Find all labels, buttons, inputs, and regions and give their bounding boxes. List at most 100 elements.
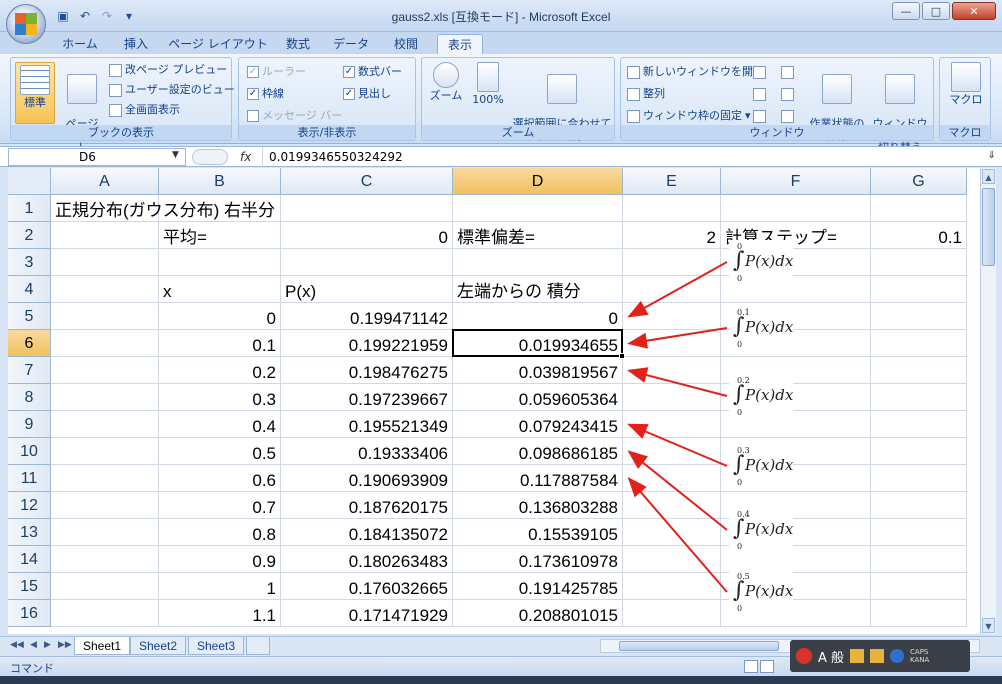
window-title: gauss2.xls [互換モード] - Microsoft Excel [391, 10, 611, 24]
freeze-panes-button[interactable]: ウィンドウ枠の固定 ▾ [627, 108, 751, 124]
group-book-view: 標準 ページ レイアウト 改ページ プレビュー ユーザー設定のビュー 全画面表示… [10, 57, 235, 154]
headings-check-icon: ✓ [343, 88, 355, 100]
last-sheet-icon[interactable]: ▶▶ [58, 640, 72, 650]
insert-function-button[interactable]: fx [240, 150, 251, 164]
headings-label: 見出し [358, 87, 391, 100]
annotation-arrow [627, 261, 728, 318]
switch-windows-icon [885, 74, 915, 104]
zoom-button[interactable]: ズーム [426, 62, 466, 102]
maximize-button[interactable]: □ [922, 2, 950, 20]
arrange-label: 整列 [643, 87, 665, 100]
tab-view[interactable]: 表示 [437, 34, 483, 54]
scroll-down-arrow[interactable]: ▼ [982, 618, 995, 633]
status-mode: コマンド [10, 662, 54, 675]
unhide-button[interactable] [753, 108, 766, 124]
normal-view-shortcut-icon[interactable] [744, 660, 758, 673]
window-controls: — □ ✕ [892, 2, 996, 20]
tab-insert[interactable]: 挿入 [116, 34, 156, 54]
ime-dictionary-icon[interactable] [850, 649, 865, 663]
normal-view-button[interactable]: 標準 [15, 62, 55, 124]
normal-view-icon [20, 65, 50, 95]
full-screen-icon [109, 103, 122, 117]
message-bar-checkbox[interactable]: メッセージ バー [247, 108, 342, 124]
ime-language-bar[interactable]: A 般 CAPS KANA [790, 640, 970, 672]
gridlines-checkbox[interactable]: ✓ 枠線 [247, 86, 284, 102]
caps-indicator: CAPS [910, 648, 929, 656]
horizontal-scroll-thumb[interactable] [619, 641, 779, 651]
ruler-checkbox[interactable]: ✓ ルーラー [247, 64, 306, 80]
custom-views-button[interactable]: ユーザー設定のビュー [109, 82, 235, 98]
freeze-panes-icon [627, 109, 640, 123]
close-button[interactable]: ✕ [952, 2, 996, 20]
zoom-100-icon [477, 62, 499, 92]
annotation-arrows [627, 261, 728, 593]
name-box-dropdown-icon[interactable]: ▼ [172, 150, 179, 160]
scroll-up-arrow[interactable]: ▲ [982, 169, 995, 184]
sheet-tab-3[interactable]: Sheet3 [188, 637, 245, 655]
tab-formulas[interactable]: 数式 [280, 34, 316, 54]
first-sheet-icon[interactable]: ◀◀ [10, 640, 24, 650]
ime-mode-label[interactable]: A 般 [818, 647, 844, 666]
split-button[interactable] [753, 64, 766, 80]
office-logo-icon [15, 13, 37, 35]
tab-page-layout[interactable]: ページ レイアウト [168, 34, 268, 54]
prev-sheet-icon[interactable]: ◀ [30, 640, 37, 650]
formula-bar: D6 ▼ fx 0.0199346550324292 ⇓ [0, 146, 1002, 167]
unhide-window-icon [753, 109, 766, 123]
sheet-tab-1[interactable]: Sheet1 [74, 637, 131, 655]
office-button[interactable] [6, 4, 46, 44]
switch-windows-button[interactable]: ウィンドウの 切り替え [869, 62, 931, 154]
page-layout-view-button[interactable]: ページ レイアウト [59, 62, 105, 154]
page-layout-shortcut-icon[interactable] [760, 660, 774, 673]
insert-sheet-icon[interactable] [246, 637, 270, 655]
new-window-label: 新しいウィンドウを開く [643, 65, 764, 78]
expand-formula-bar-icon[interactable]: ⇓ [988, 150, 996, 161]
ribbon: 標準 ページ レイアウト 改ページ プレビュー ユーザー設定のビュー 全画面表示… [0, 54, 1002, 154]
ribbon-tabs: ホーム 挿入 ページ レイアウト 数式 データ 校閲 表示 ❔ — ❐ ✕ [0, 32, 1002, 79]
hide-button[interactable] [753, 86, 766, 102]
ime-tools-icon[interactable] [870, 649, 885, 663]
macro-button[interactable]: マクロ [944, 62, 988, 106]
arrange-button[interactable]: 整列 [627, 86, 665, 102]
full-screen-button[interactable]: 全画面表示 [109, 102, 180, 118]
ime-help-icon[interactable] [890, 649, 905, 663]
new-window-icon [627, 65, 640, 79]
zoom-label: ズーム [429, 89, 463, 102]
zoom-100-button[interactable]: 100% [470, 62, 506, 106]
reset-position-button[interactable] [781, 108, 794, 124]
message-bar-label: メッセージ バー [262, 109, 343, 122]
custom-views-label: ユーザー設定のビュー [125, 83, 235, 96]
formula-bar-checkbox[interactable]: ✓ 数式バー [343, 64, 402, 80]
page-layout-icon [67, 74, 97, 104]
group-zoom: ズーム 100% 選択範囲に合わせて 拡大/縮小 ズーム [421, 57, 615, 142]
zoom-100-label: 100% [472, 93, 504, 106]
vertical-scroll-thumb[interactable] [982, 188, 995, 266]
formula-bar-label: 数式バー [358, 65, 402, 78]
formula-input[interactable]: 0.0199346550324292 [262, 147, 974, 167]
name-box[interactable]: D6 [8, 148, 186, 166]
full-screen-label: 全画面表示 [125, 103, 180, 116]
macro-label: マクロ [949, 93, 983, 106]
worksheet-grid[interactable]: A B C D E F G 1 正規分布(ガウス分布) 右半分 2 平均= 0 標準偏差= 2 計算ステップ… [8, 168, 980, 634]
headings-checkbox[interactable]: ✓ 見出し [343, 86, 391, 102]
zoom-selection-icon [547, 74, 577, 104]
formula-splitter-handle[interactable] [192, 149, 228, 165]
sync-scroll-icon [781, 87, 794, 101]
vertical-scrollbar[interactable]: ▲ ▼ [980, 168, 996, 634]
ruler-label: ルーラー [262, 65, 306, 78]
side-by-side-icon [781, 65, 794, 79]
tab-review[interactable]: 校閲 [386, 34, 426, 54]
page-break-preview-button[interactable]: 改ページ プレビュー [109, 62, 227, 78]
minimize-button[interactable]: — [892, 2, 920, 20]
tab-home[interactable]: ホーム [56, 34, 104, 54]
tab-data[interactable]: データ [328, 34, 374, 54]
taskbar [0, 676, 1002, 684]
side-by-side-button[interactable] [781, 64, 794, 80]
next-sheet-icon[interactable]: ▶ [44, 640, 51, 650]
page-break-icon [109, 63, 122, 77]
sheet-tab-2[interactable]: Sheet2 [130, 637, 187, 655]
new-window-button[interactable]: 新しいウィンドウを開く [627, 64, 764, 80]
title-bar: ▣ ↶ ↷ ▾ gauss2.xls [互換モード] - Microsoft E… [0, 0, 1002, 44]
magnifier-icon [433, 62, 459, 88]
sync-scroll-button[interactable] [781, 86, 794, 102]
